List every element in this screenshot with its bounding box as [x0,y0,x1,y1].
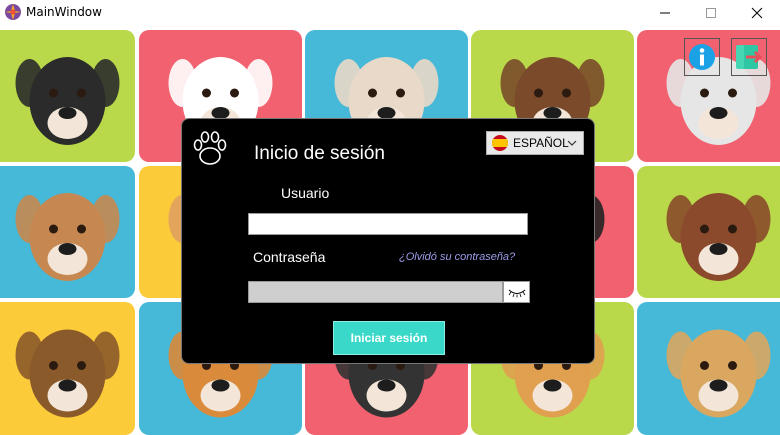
language-select[interactable]: ESPAÑOL [486,131,584,155]
minimize-button[interactable] [642,0,688,26]
minimize-icon [660,12,670,14]
exit-icon [736,45,763,69]
password-label: Contraseña [253,249,326,265]
username-label: Usuario [281,185,330,201]
dog-tile [0,30,135,162]
maximize-button[interactable] [688,0,734,26]
language-value: ESPAÑOL [513,136,569,150]
login-button[interactable]: Iniciar sesión [333,321,445,355]
username-input[interactable] [248,213,528,235]
dog-face-icon [15,193,120,281]
dog-tile [0,166,135,298]
show-password-toggle[interactable] [503,281,530,303]
spain-flag-icon [492,135,508,151]
info-icon [689,44,715,70]
paw-icon [193,131,227,165]
dog-face-icon [15,329,120,418]
login-title: Inicio de sesión [254,143,385,164]
app-logo-icon [5,4,21,20]
password-input[interactable] [248,281,503,303]
dog-tile [637,166,780,298]
exit-button[interactable] [731,38,767,76]
login-dialog: Inicio de sesión ESPAÑOL Usuario Contras… [181,118,595,364]
dog-face-icon [666,193,771,281]
forgot-password-link[interactable]: ¿Olvidó su contraseña? [399,251,515,263]
window-title: MainWindow [26,5,102,19]
dog-face-icon [666,329,771,418]
close-button[interactable] [734,0,780,26]
maximize-icon [706,8,716,18]
dog-tile [637,302,780,435]
info-button[interactable] [684,38,720,76]
dog-tile [0,302,135,435]
close-icon [751,7,763,19]
chevron-down-icon [567,140,577,146]
closed-eye-icon [508,289,525,298]
title-bar: MainWindow [0,0,780,26]
dog-face-icon [15,57,120,145]
